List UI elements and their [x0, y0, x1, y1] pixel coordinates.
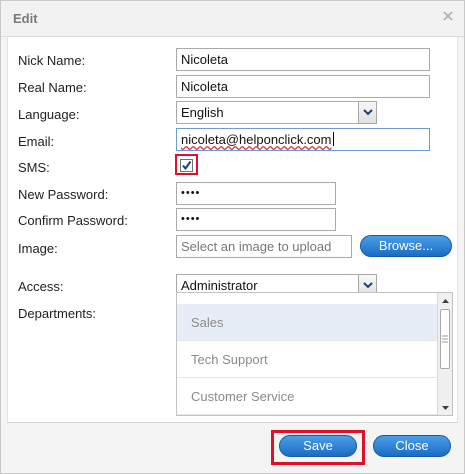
confirm-password-value: •••• [181, 213, 201, 225]
image-placeholder: Select an image to upload [181, 239, 332, 254]
form-panel: Nick Name: Nicoleta Real Name: Nicoleta … [7, 37, 458, 422]
access-label: Access: [18, 279, 64, 294]
dialog-title: Edit [13, 11, 38, 26]
dialog-footer: Save Close [7, 422, 458, 468]
scroll-up-icon[interactable] [439, 296, 452, 306]
nick-name-input[interactable]: Nicoleta [176, 48, 430, 71]
checkmark-icon [182, 160, 192, 171]
confirm-password-input[interactable]: •••• [176, 208, 336, 231]
browse-button[interactable]: Browse... [360, 235, 452, 257]
departments-label: Departments: [18, 306, 97, 321]
scroll-down-icon[interactable] [439, 403, 452, 413]
nick-name-label: Nick Name: [18, 53, 86, 68]
image-file-input[interactable]: Select an image to upload [176, 235, 352, 258]
confirm-password-label: Confirm Password: [18, 213, 128, 228]
scroll-thumb[interactable] [440, 309, 450, 369]
new-password-input[interactable]: •••• [176, 182, 336, 205]
sms-label: SMS: [18, 160, 50, 175]
real-name-label: Real Name: [18, 80, 87, 95]
sms-highlight-box [175, 154, 198, 175]
email-value: nicoleta@helponclick.com [181, 132, 332, 147]
nick-name-value: Nicoleta [181, 52, 228, 67]
text-caret [332, 132, 334, 146]
dialog-titlebar: Edit [1, 1, 464, 37]
close-button[interactable]: Close [373, 435, 451, 457]
access-value: Administrator [181, 278, 258, 293]
grip-icon [442, 335, 448, 343]
real-name-input[interactable]: Nicoleta [176, 75, 430, 98]
language-label: Language: [18, 107, 80, 122]
new-password-value: •••• [181, 187, 201, 199]
save-button[interactable]: Save [279, 435, 357, 457]
image-label: Image: [18, 241, 58, 256]
departments-listbox[interactable]: Sales Tech Support Customer Service [176, 292, 453, 416]
email-input[interactable]: nicoleta@helponclick.com [176, 128, 430, 151]
department-item-tech-support[interactable]: Tech Support [177, 341, 439, 378]
new-password-label: New Password: [18, 187, 109, 202]
language-select[interactable]: English [176, 101, 377, 124]
email-label: Email: [18, 134, 55, 149]
department-item-sales[interactable]: Sales [177, 304, 439, 341]
language-value: English [181, 105, 224, 120]
edit-dialog: Edit Nick Name: Nicoleta Real Name: Nico… [0, 0, 465, 474]
real-name-value: Nicoleta [181, 79, 228, 94]
sms-checkbox[interactable] [180, 159, 193, 172]
departments-scrollbar[interactable] [437, 293, 452, 415]
department-item-customer-service[interactable]: Customer Service [177, 378, 439, 415]
chevron-down-icon[interactable] [358, 102, 376, 123]
close-icon[interactable] [441, 9, 455, 23]
